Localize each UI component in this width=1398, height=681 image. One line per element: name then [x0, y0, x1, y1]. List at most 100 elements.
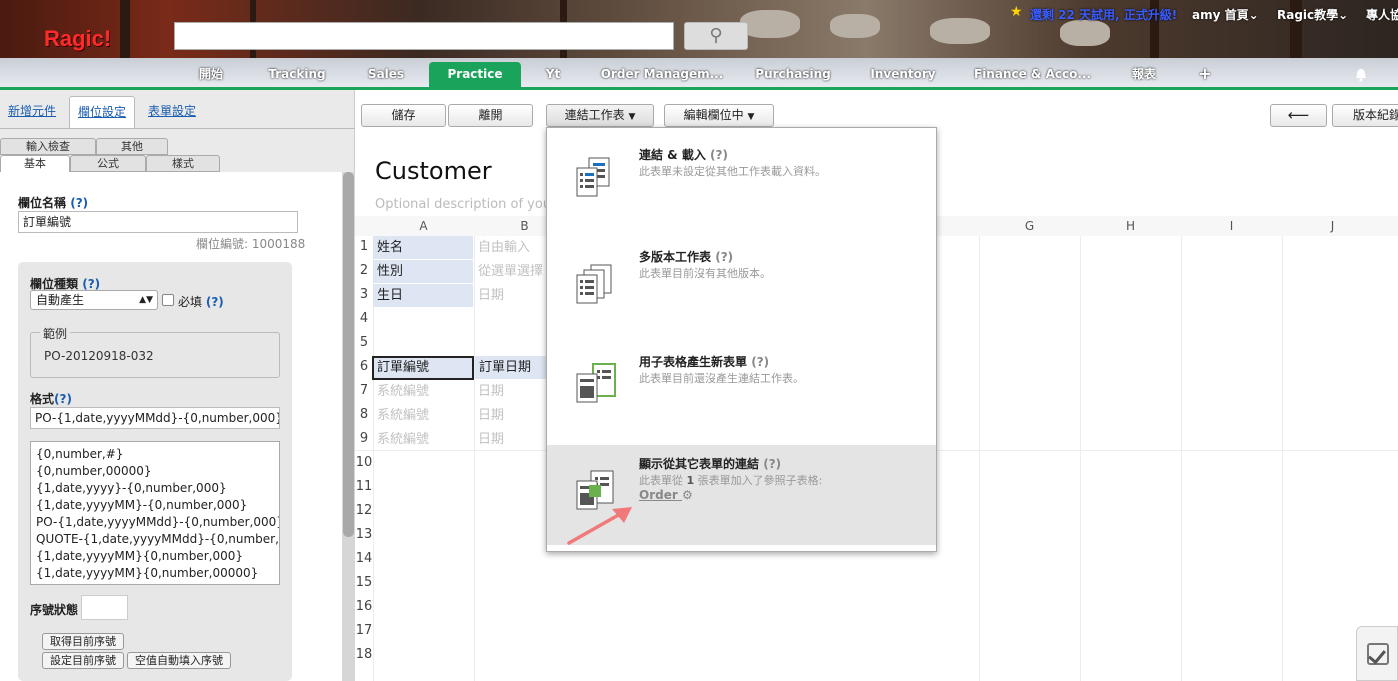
help-link[interactable]: (?): [710, 148, 728, 162]
help-link[interactable]: (?): [715, 250, 733, 264]
subtab-style[interactable]: 樣式: [146, 155, 220, 172]
field-cell[interactable]: 訂單日期: [475, 356, 546, 379]
sheet-title[interactable]: Customer: [375, 157, 492, 185]
user-home-menu[interactable]: amy 首頁⌄: [1192, 6, 1259, 23]
column-header-j[interactable]: J: [1282, 216, 1383, 236]
field-cell[interactable]: 自由輸入: [474, 236, 546, 259]
column-header-g[interactable]: G: [979, 216, 1080, 236]
format-option[interactable]: {0,number,00000}: [36, 463, 274, 480]
required-checkbox[interactable]: [162, 294, 174, 306]
help-link[interactable]: (?): [751, 355, 769, 369]
gear-icon[interactable]: ⚙: [682, 488, 693, 502]
field-cell[interactable]: 系統編號: [373, 428, 473, 451]
nav-tab-sales[interactable]: Sales: [360, 62, 412, 88]
linked-sheet-name: Order: [639, 488, 678, 502]
help-link[interactable]: (?): [54, 392, 72, 406]
tab-add-element[interactable]: 新增元件: [0, 96, 64, 128]
nav-tab-inventory[interactable]: Inventory: [866, 62, 940, 88]
field-cell[interactable]: 系統編號: [373, 380, 473, 403]
back-button[interactable]: ⟵: [1270, 104, 1327, 127]
row-number: 4: [359, 311, 369, 326]
format-option[interactable]: {1,date,yyyyMM}{0,number,000}: [36, 548, 274, 565]
leave-button[interactable]: 離開: [448, 104, 533, 127]
nav-tab-order-management[interactable]: Order Managem...: [600, 62, 724, 88]
expert-link[interactable]: 專人協: [1366, 6, 1398, 23]
user-home-label: amy 首頁: [1192, 8, 1249, 22]
format-option[interactable]: {1,date,yyyyMM}{0,number,00000}: [36, 565, 274, 582]
search-button[interactable]: ⚲: [684, 22, 748, 50]
header-decoration: [930, 18, 990, 44]
nav-tab-start[interactable]: 開始: [186, 62, 236, 88]
column-header-i[interactable]: I: [1181, 216, 1282, 236]
field-cell[interactable]: 日期: [474, 428, 546, 451]
set-sequence-button[interactable]: 設定目前序號: [42, 652, 124, 669]
chevron-down-icon: ⌄: [1338, 8, 1349, 22]
nav-tab-reports[interactable]: 報表: [1124, 62, 1164, 88]
settings-scrollbar-thumb[interactable]: [343, 172, 354, 537]
edit-field-dropdown-button[interactable]: 編輯欄位中 ▼: [664, 104, 774, 127]
format-options-list[interactable]: {0,number,#} {0,number,00000} {1,date,yy…: [30, 441, 280, 585]
ragic-logo[interactable]: Ragic!: [44, 26, 111, 52]
format-option[interactable]: {1,date,yyyyMM}-{0,number,000}: [36, 497, 274, 514]
field-name-input[interactable]: 訂單編號: [18, 211, 298, 233]
field-cell[interactable]: 從選單選擇: [474, 260, 546, 283]
field-cell[interactable]: 生日: [373, 284, 473, 307]
column-header-h[interactable]: H: [1080, 216, 1181, 236]
column-header-a[interactable]: A: [373, 216, 474, 236]
linked-sheet-order-link[interactable]: Order ⚙: [639, 488, 693, 502]
format-option[interactable]: QUOTE-{1,date,yyyyMMdd}-{0,number,00: [36, 531, 279, 548]
header-decoration: [830, 14, 880, 38]
help-link[interactable]: (?): [206, 295, 224, 309]
nav-tab-purchasing[interactable]: Purchasing: [752, 62, 834, 88]
bell-icon[interactable]: [1355, 68, 1367, 85]
subtab-other[interactable]: 其他: [96, 138, 168, 155]
star-icon: ★: [1010, 4, 1023, 20]
field-id: 欄位編號: 1000188: [196, 237, 306, 251]
upgrade-link[interactable]: 還剩 22 天試用, 正式升級!: [1030, 6, 1177, 23]
help-link[interactable]: (?): [82, 277, 100, 291]
menu-item-multi-version[interactable]: 多版本工作表 (?) 此表單目前沒有其他版本。: [547, 233, 936, 333]
format-input[interactable]: PO-{1,date,yyyyMMdd}-{0,number,000}: [30, 407, 280, 429]
link-sheet-dropdown-button[interactable]: 連結工作表 ▼: [546, 104, 654, 127]
help-link[interactable]: (?): [70, 196, 88, 210]
field-cell[interactable]: 姓名: [373, 236, 473, 259]
get-sequence-button[interactable]: 取得目前序號: [42, 633, 124, 650]
multi-version-icon: [576, 264, 612, 304]
format-option[interactable]: {1,date,yyyy}-{0,number,000}: [36, 480, 274, 497]
field-cell[interactable]: 日期: [474, 404, 546, 427]
subtab-validation[interactable]: 輸入檢查: [0, 138, 96, 155]
field-type-select[interactable]: 自動產生 ▲▼: [30, 290, 158, 310]
floating-panel[interactable]: [1356, 626, 1398, 681]
example-label: 範例: [40, 325, 71, 342]
field-cell[interactable]: 系統編號: [373, 404, 473, 427]
ragic-tutorial-menu[interactable]: Ragic教學⌄: [1277, 6, 1348, 23]
field-cell[interactable]: 性別: [373, 260, 473, 283]
menu-item-link-load[interactable]: 連結 & 載入 (?) 此表單未設定從其他工作表載入資料。: [547, 128, 936, 228]
link-sheet-menu: 連結 & 載入 (?) 此表單未設定從其他工作表載入資料。 多版本工作表 (?)…: [546, 127, 937, 552]
subtab-basic[interactable]: 基本: [0, 155, 70, 172]
nav-tab-finance[interactable]: Finance & Acco...: [974, 62, 1091, 88]
nav-tab-yt[interactable]: Yt: [538, 62, 568, 88]
help-link[interactable]: (?): [763, 457, 781, 471]
search-input[interactable]: [174, 22, 674, 50]
menu-item-subtable-form[interactable]: 用子表格產生新表單 (?) 此表單目前還沒產生連結工作表。: [547, 338, 936, 438]
tab-form-settings[interactable]: 表單設定: [140, 96, 204, 128]
format-label-text: 格式: [30, 392, 55, 406]
sheet-description[interactable]: Optional description of your: [375, 197, 556, 212]
tab-field-settings[interactable]: 欄位設定: [69, 96, 136, 128]
nav-tab-practice[interactable]: Practice: [429, 62, 521, 88]
save-button[interactable]: 儲存: [361, 104, 446, 127]
selected-field-cell[interactable]: 訂單編號: [372, 356, 474, 380]
field-cell[interactable]: 日期: [474, 380, 546, 403]
menu-item-title-text: 連結 & 載入: [639, 148, 706, 162]
nav-tab-tracking[interactable]: Tracking: [266, 62, 328, 88]
format-option[interactable]: PO-{1,date,yyyyMMdd}-{0,number,000}: [36, 514, 279, 531]
nav-add-tab[interactable]: +: [1195, 62, 1215, 88]
sequence-status-input[interactable]: [81, 595, 128, 620]
version-history-button[interactable]: 版本紀錄: [1332, 104, 1398, 127]
autofill-sequence-button[interactable]: 空值自動填入序號: [127, 652, 231, 669]
format-option[interactable]: {0,number,#}: [36, 446, 274, 463]
menu-item-desc: 此表單目前還沒產生連結工作表。: [639, 372, 804, 385]
subtab-formula[interactable]: 公式: [70, 155, 146, 172]
field-cell[interactable]: 日期: [474, 284, 546, 307]
